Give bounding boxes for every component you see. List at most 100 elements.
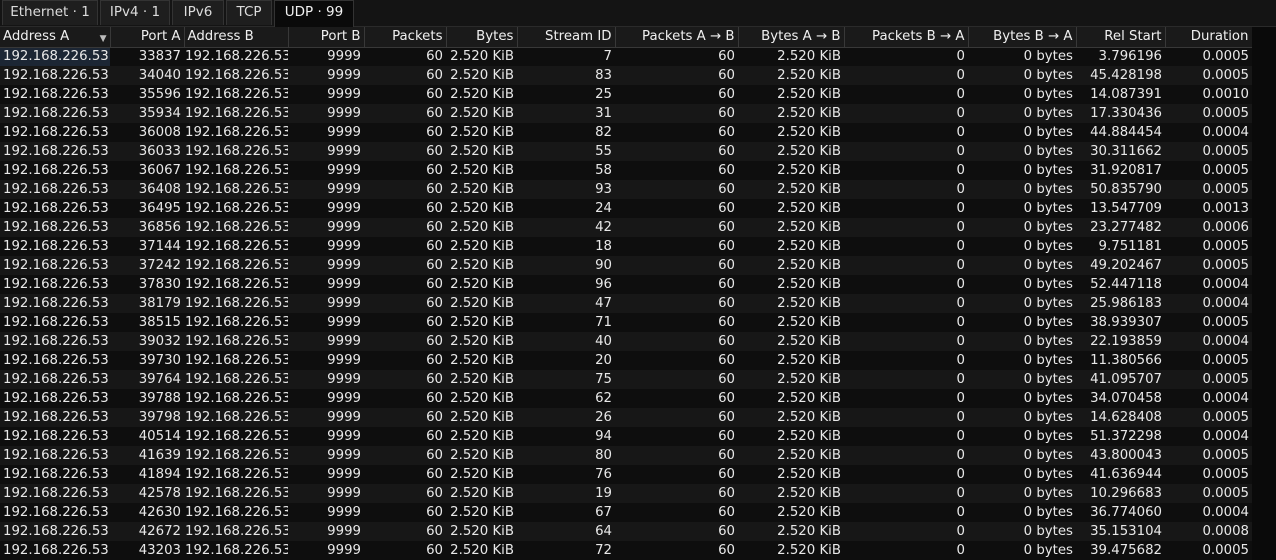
cell-bytes: 2.520 KiB (446, 218, 517, 237)
column-header-bytes-a-to-b[interactable]: Bytes A → B (738, 27, 845, 48)
cell-address-a: 192.168.226.53 (0, 142, 110, 161)
cell-address-b: 192.168.226.53 (184, 351, 288, 370)
table-row[interactable]: 192.168.226.53 41639 192.168.226.53 9999 60 2… (0, 446, 1252, 465)
cell-bytes: 2.520 KiB (446, 503, 517, 522)
cell-address-b: 192.168.226.53 (184, 123, 288, 142)
table-row[interactable]: 192.168.226.53 39788 192.168.226.53 9999 60 2… (0, 389, 1252, 408)
table-row[interactable]: 192.168.226.53 39730 192.168.226.53 9999 60 2… (0, 351, 1252, 370)
cell-port-b: 9999 (288, 332, 364, 351)
cell-bytes-b-to-a: 0 bytes (968, 389, 1076, 408)
cell-port-a: 39788 (110, 389, 184, 408)
table-row[interactable]: 192.168.226.53 35934 192.168.226.53 9999 60 2… (0, 104, 1252, 123)
column-header-bytes[interactable]: Bytes (446, 27, 518, 48)
column-header-packets[interactable]: Packets (364, 27, 447, 48)
cell-bytes: 2.520 KiB (446, 161, 517, 180)
cell-bytes-b-to-a: 0 bytes (968, 85, 1076, 104)
cell-bytes-b-to-a: 0 bytes (968, 161, 1076, 180)
cell-address-b: 192.168.226.53 (184, 465, 288, 484)
cell-port-b: 9999 (288, 503, 364, 522)
cell-port-b: 9999 (288, 180, 364, 199)
table-row[interactable]: 192.168.226.53 37830 192.168.226.53 9999 60 2… (0, 275, 1252, 294)
table-row[interactable]: 192.168.226.53 34040 192.168.226.53 9999 60 2… (0, 66, 1252, 85)
table-row[interactable]: 192.168.226.53 42672 192.168.226.53 9999 60 2… (0, 522, 1252, 541)
column-header-port-a[interactable]: Port A (110, 27, 185, 48)
table-row[interactable]: 192.168.226.53 37144 192.168.226.53 9999 60 2… (0, 237, 1252, 256)
table-row[interactable]: 192.168.226.53 36067 192.168.226.53 9999 60 2… (0, 161, 1252, 180)
cell-stream-id: 90 (517, 256, 615, 275)
column-header-address-b[interactable]: Address B (184, 27, 289, 48)
cell-address-a: 192.168.226.53 (0, 237, 110, 256)
cell-bytes-b-to-a: 0 bytes (968, 465, 1076, 484)
cell-packets-b-to-a: 0 (844, 313, 968, 332)
cell-bytes-a-to-b: 2.520 KiB (738, 389, 844, 408)
cell-rel-start: 39.475682 (1076, 541, 1165, 560)
table-row[interactable]: 192.168.226.53 36033 192.168.226.53 9999 60 2… (0, 142, 1252, 161)
table-row[interactable]: 192.168.226.53 37242 192.168.226.53 9999 60 2… (0, 256, 1252, 275)
table-row[interactable]: 192.168.226.53 36008 192.168.226.53 9999 60 2… (0, 123, 1252, 142)
cell-rel-start: 10.296683 (1076, 484, 1165, 503)
tab-ethernet[interactable]: Ethernet · 1 (2, 0, 98, 25)
cell-port-b: 9999 (288, 47, 364, 66)
cell-duration: 0.0005 (1165, 465, 1252, 484)
table-row[interactable]: 192.168.226.53 42578 192.168.226.53 9999 60 2… (0, 484, 1252, 503)
table-row[interactable]: 192.168.226.53 36495 192.168.226.53 9999 60 2… (0, 199, 1252, 218)
cell-packets-a-to-b: 60 (615, 313, 738, 332)
column-header-port-b[interactable]: Port B (288, 27, 365, 48)
table-row[interactable]: 192.168.226.53 42630 192.168.226.53 9999 60 2… (0, 503, 1252, 522)
column-header-packets-a-to-b[interactable]: Packets A → B (615, 27, 739, 48)
cell-packets-b-to-a: 0 (844, 408, 968, 427)
column-header-stream-id[interactable]: Stream ID (517, 27, 616, 48)
cell-address-a: 192.168.226.53 (0, 47, 110, 66)
column-header-address-a[interactable]: Address A ▼ (0, 27, 111, 48)
table-row[interactable]: 192.168.226.53 40514 192.168.226.53 9999 60 2… (0, 427, 1252, 446)
cell-stream-id: 26 (517, 408, 615, 427)
cell-packets-b-to-a: 0 (844, 370, 968, 389)
table-row[interactable]: 192.168.226.53 43203 192.168.226.53 9999 60 2… (0, 541, 1252, 560)
table-row[interactable]: 192.168.226.53 41894 192.168.226.53 9999 60 2… (0, 465, 1252, 484)
cell-bytes-a-to-b: 2.520 KiB (738, 446, 844, 465)
cell-bytes-a-to-b: 2.520 KiB (738, 180, 844, 199)
cell-duration: 0.0013 (1165, 199, 1252, 218)
table-row[interactable]: 192.168.226.53 36408 192.168.226.53 9999 60 2… (0, 180, 1252, 199)
cell-duration: 0.0006 (1165, 218, 1252, 237)
cell-packets: 60 (364, 503, 446, 522)
table-row[interactable]: 192.168.226.53 36856 192.168.226.53 9999 60 2… (0, 218, 1252, 237)
tab-ipv6[interactable]: IPv6 (172, 0, 224, 25)
table-row[interactable]: 192.168.226.53 38515 192.168.226.53 9999 60 2… (0, 313, 1252, 332)
table-row[interactable]: 192.168.226.53 35596 192.168.226.53 9999 60 2… (0, 85, 1252, 104)
cell-stream-id: 67 (517, 503, 615, 522)
cell-rel-start: 14.087391 (1076, 85, 1165, 104)
cell-port-b: 9999 (288, 541, 364, 560)
cell-duration: 0.0004 (1165, 389, 1252, 408)
cell-port-a: 42578 (110, 484, 184, 503)
cell-packets-b-to-a: 0 (844, 351, 968, 370)
column-header-duration[interactable]: Duration (1165, 27, 1253, 48)
cell-address-b: 192.168.226.53 (184, 218, 288, 237)
table-row[interactable]: 192.168.226.53 39798 192.168.226.53 9999 60 2… (0, 408, 1252, 427)
cell-bytes: 2.520 KiB (446, 370, 517, 389)
column-header-bytes-b-to-a[interactable]: Bytes B → A (968, 27, 1077, 48)
cell-packets-a-to-b: 60 (615, 522, 738, 541)
column-header-rel-start[interactable]: Rel Start (1076, 27, 1166, 48)
cell-duration: 0.0005 (1165, 47, 1252, 66)
column-header-packets-b-to-a[interactable]: Packets B → A (844, 27, 969, 48)
table-row[interactable]: 192.168.226.53 33837 192.168.226.53 9999 60 2… (0, 47, 1252, 66)
cell-stream-id: 72 (517, 541, 615, 560)
cell-port-b: 9999 (288, 275, 364, 294)
tab-udp[interactable]: UDP · 99 (274, 0, 354, 27)
table-row[interactable]: 192.168.226.53 38179 192.168.226.53 9999 60 2… (0, 294, 1252, 313)
tab-ipv4[interactable]: IPv4 · 1 (100, 0, 170, 25)
table-row[interactable]: 192.168.226.53 39032 192.168.226.53 9999 60 2… (0, 332, 1252, 351)
cell-bytes-b-to-a: 0 bytes (968, 47, 1076, 66)
tab-tcp[interactable]: TCP (226, 0, 272, 25)
cell-duration: 0.0004 (1165, 332, 1252, 351)
vertical-scrollbar[interactable] (1252, 27, 1276, 559)
cell-packets-b-to-a: 0 (844, 66, 968, 85)
cell-stream-id: 18 (517, 237, 615, 256)
cell-bytes-a-to-b: 2.520 KiB (738, 370, 844, 389)
cell-packets-b-to-a: 0 (844, 446, 968, 465)
cell-bytes-b-to-a: 0 bytes (968, 446, 1076, 465)
cell-packets-b-to-a: 0 (844, 237, 968, 256)
cell-packets-a-to-b: 60 (615, 408, 738, 427)
table-row[interactable]: 192.168.226.53 39764 192.168.226.53 9999 60 2… (0, 370, 1252, 389)
